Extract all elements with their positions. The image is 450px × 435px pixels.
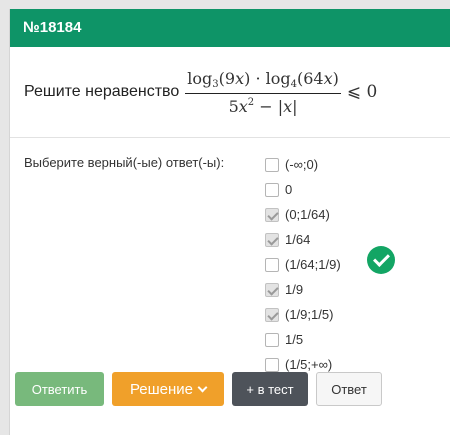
answer-option[interactable]: (0;1/64): [265, 202, 341, 227]
formula-relation: ⩽ 0: [346, 82, 378, 102]
answer-options: (-∞;0) 0 (0;1/64) 1/64 (1/64;1/9) 1/9 (1…: [265, 152, 341, 377]
inequality-formula: log3(9x) · log4(64x) 5x2 − |x| ⩽ 0: [185, 69, 377, 116]
solution-button-label: Решение: [129, 380, 194, 398]
problem-statement: Решите неравенство log3(9x) · log4(64x) …: [10, 47, 450, 138]
option-checkbox[interactable]: [265, 232, 279, 247]
option-checkbox[interactable]: [265, 257, 279, 272]
check-circle-icon: [367, 246, 395, 274]
add-to-test-button[interactable]: + в тест: [232, 372, 308, 406]
solution-button[interactable]: Решение: [112, 372, 224, 406]
option-label: (-∞;0): [285, 157, 319, 172]
option-checkbox[interactable]: [265, 332, 279, 347]
answer-option[interactable]: (1/64;1/9): [265, 252, 341, 277]
option-label: 1/5: [285, 332, 304, 347]
option-label: (0;1/64): [285, 207, 330, 222]
action-buttons: Ответить Решение + в тест Ответ: [15, 372, 390, 406]
answer-option[interactable]: 1/9: [265, 277, 341, 302]
answers-label: Выберите верный(-ые) ответ(-ы):: [24, 155, 225, 170]
option-checkbox[interactable]: [265, 357, 279, 372]
problem-prompt: Решите неравенство: [24, 83, 180, 100]
formula-fraction: log3(9x) · log4(64x) 5x2 − |x|: [185, 69, 341, 116]
answers-section: Выберите верный(-ые) ответ(-ы): (-∞;0) 0…: [10, 138, 450, 383]
option-label: 1/9: [285, 282, 304, 297]
option-label: 1/64: [285, 232, 311, 247]
answer-option[interactable]: 0: [265, 177, 341, 202]
option-label: (1/5;+∞): [285, 357, 333, 372]
option-checkbox[interactable]: [265, 207, 279, 222]
answer-option[interactable]: 1/64: [265, 227, 341, 252]
option-checkbox[interactable]: [265, 157, 279, 172]
chevron-down-icon: [197, 382, 208, 392]
formula-denominator: 5x2 − |x|: [228, 96, 298, 116]
option-label: 0: [285, 182, 293, 197]
answer-option[interactable]: 1/5: [265, 327, 341, 352]
option-label: (1/64;1/9): [285, 257, 341, 272]
option-checkbox[interactable]: [265, 282, 279, 297]
option-checkbox[interactable]: [265, 182, 279, 197]
formula-numerator: log3(9x) · log4(64x): [187, 68, 339, 90]
reply-button[interactable]: Ответ: [316, 372, 382, 406]
option-label: (1/9;1/5): [285, 307, 334, 322]
answer-option[interactable]: (1/9;1/5): [265, 302, 341, 327]
option-checkbox[interactable]: [265, 307, 279, 322]
answer-option[interactable]: (-∞;0): [265, 152, 341, 177]
problem-number: №18184: [10, 9, 450, 47]
answer-button[interactable]: Ответить: [15, 372, 104, 406]
